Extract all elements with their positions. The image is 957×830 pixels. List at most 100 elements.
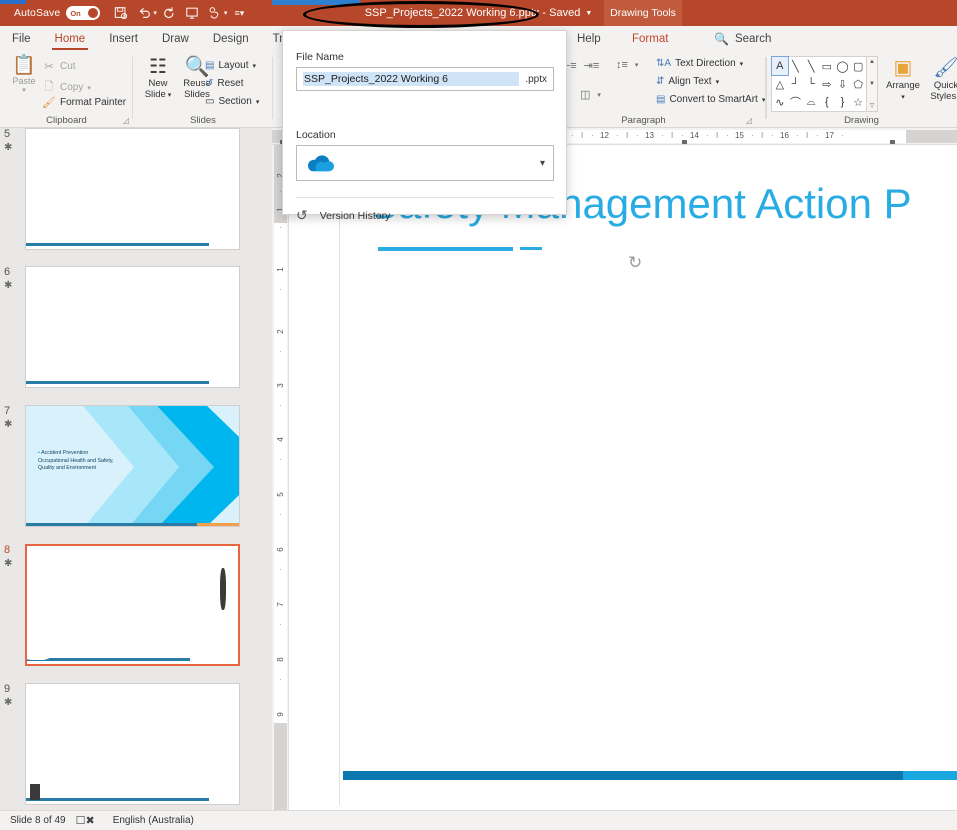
tab-file[interactable]: File: [0, 26, 43, 52]
clipboard-dialog-launcher-icon[interactable]: ◿: [123, 116, 129, 125]
shape-rectangle-icon[interactable]: ▭: [819, 57, 835, 75]
convert-to-smartart-button[interactable]: ▤ Convert to SmartArt ▾: [656, 94, 765, 105]
vruler-label-7: 7: [276, 602, 285, 607]
shapes-gallery-scroll[interactable]: ▲ ▼ ▽: [867, 56, 878, 112]
columns-caret-icon[interactable]: ▾: [597, 91, 601, 99]
shape-elbow-arrow-icon[interactable]: └: [803, 75, 819, 93]
save-dropdown-panel[interactable]: File Name SSP_Projects_2022 Working 6 .p…: [282, 30, 567, 223]
thumbnail-preview[interactable]: [25, 128, 240, 250]
format-painter-button[interactable]: 🖌 Format Painter: [42, 96, 126, 109]
window-corner-accent: [0, 0, 26, 4]
arrange-button[interactable]: ▣ Arrange ▾: [881, 56, 925, 102]
shape-rounded-rectangle-icon[interactable]: ▢: [850, 57, 866, 75]
slide-thumbnail-pane[interactable]: 5 ✱ 6 ✱ 7 ✱ ▪ Accident Prevention Occupa…: [0, 128, 272, 810]
increase-indent-icon[interactable]: ⇥≡: [584, 59, 600, 72]
accessibility-checker-icon[interactable]: ☐✖: [76, 814, 95, 827]
slide-counter[interactable]: Slide 8 of 49: [10, 815, 66, 826]
ruler-indent-marker[interactable]: [682, 140, 687, 144]
shape-arrow-line-icon[interactable]: ╲: [803, 57, 819, 75]
layout-icon: ▤: [205, 60, 215, 71]
thumbnail-number: 8: [4, 544, 11, 556]
arrange-caret-icon[interactable]: ▾: [901, 94, 905, 101]
paste-dropdown-caret-icon[interactable]: ▾: [6, 86, 42, 94]
paragraph-dialog-launcher-icon[interactable]: ◿: [746, 116, 752, 125]
line-spacing-control[interactable]: ↕≡ ▾: [616, 59, 638, 71]
version-history-button[interactable]: ↺ Version History: [296, 207, 390, 224]
shape-arc-icon[interactable]: ⌓: [803, 93, 819, 111]
autosave-toggle[interactable]: On: [66, 6, 101, 20]
reset-button[interactable]: ↺ Reset: [205, 78, 244, 89]
copy-dropdown-caret-icon[interactable]: ▾: [87, 84, 91, 92]
shapes-scroll-up-icon[interactable]: ▲: [869, 59, 875, 65]
save-icon[interactable]: [110, 2, 132, 24]
new-slide-button[interactable]: ☷ New Slide ▾: [139, 56, 177, 100]
shape-right-brace-icon[interactable]: }: [835, 93, 851, 111]
section-caret-icon[interactable]: ▾: [256, 98, 260, 106]
line-spacing-caret-icon[interactable]: ▾: [635, 61, 639, 69]
shape-left-brace-icon[interactable]: {: [819, 93, 835, 111]
thumbnail-preview[interactable]: ▪ Accident Prevention Occupational Healt…: [25, 405, 240, 527]
new-slide-caret-icon[interactable]: ▾: [166, 92, 172, 99]
autosave-state-label: On: [70, 8, 81, 18]
paste-button[interactable]: 📋 Paste ▾: [6, 56, 42, 95]
slide-editing-surface[interactable]: Safety Management Action P ↻: [339, 145, 957, 805]
shape-elbow-connector-icon[interactable]: ┘: [788, 75, 804, 93]
rotate-handle-icon[interactable]: ↻: [628, 253, 642, 273]
search-box[interactable]: 🔍 Search: [700, 32, 771, 46]
cut-button[interactable]: ✂ Cut: [42, 60, 75, 73]
shape-triangle-icon[interactable]: △: [772, 75, 788, 93]
shapes-gallery-more-icon[interactable]: ▽: [870, 102, 875, 109]
thumbnail-number: 7: [4, 405, 11, 417]
tab-home[interactable]: Home: [43, 26, 98, 52]
shape-line-icon[interactable]: ╲: [788, 57, 804, 75]
tab-format[interactable]: Format: [620, 26, 680, 52]
location-dropdown-caret-icon[interactable]: ▾: [540, 158, 545, 169]
vertical-ruler[interactable]: 2 · 1 · 1 · 2 · 3 · 4 · 5 · 6 · 7 · 8 · …: [272, 145, 289, 810]
copy-button[interactable]: 🗋 Copy ▾: [42, 78, 91, 97]
shape-scribble-icon[interactable]: ∿: [772, 93, 788, 111]
document-title-caret-icon[interactable]: ▼: [585, 10, 592, 17]
shape-curve-icon[interactable]: ⌒: [788, 93, 804, 111]
shape-oval-icon[interactable]: ◯: [835, 57, 851, 75]
quick-styles-button[interactable]: 🖌 Quick Styles ▾: [924, 56, 957, 102]
vruler-label-8: 8: [276, 657, 285, 662]
touch-mode-icon[interactable]: [204, 2, 226, 24]
location-select[interactable]: ▾: [296, 145, 554, 181]
ruler-indent-marker[interactable]: [890, 140, 895, 144]
layout-button[interactable]: ▤ Layout ▾: [205, 60, 256, 71]
shape-star-icon[interactable]: ☆: [850, 93, 866, 111]
text-direction-button[interactable]: ⇅A Text Direction ▾: [656, 58, 743, 69]
thumbnail-preview[interactable]: [25, 683, 240, 805]
vruler-label-4: 4: [276, 437, 285, 442]
convert-to-smartart-label: Convert to SmartArt: [669, 94, 758, 105]
text-direction-caret-icon[interactable]: ▾: [740, 60, 744, 68]
thumbnail-preview[interactable]: [25, 266, 240, 388]
shape-down-arrow-icon[interactable]: ⇩: [835, 75, 851, 93]
align-text-caret-icon[interactable]: ▾: [716, 78, 720, 86]
align-text-label: Align Text: [668, 76, 712, 87]
document-title[interactable]: SSP_Projects_2022 Working 6.pptx - Saved…: [365, 7, 593, 19]
customize-quick-access-toolbar-icon[interactable]: ≡▾: [228, 2, 250, 24]
file-name-input[interactable]: SSP_Projects_2022 Working 6 .pptx: [296, 67, 554, 91]
start-presentation-icon[interactable]: [181, 2, 203, 24]
slides-group-label: Slides: [190, 115, 216, 126]
columns-control[interactable]: ◫ ▾: [580, 88, 601, 101]
tab-insert[interactable]: Insert: [97, 26, 150, 52]
section-button[interactable]: ▭ Section ▾: [205, 96, 259, 107]
layout-caret-icon[interactable]: ▾: [252, 62, 256, 70]
shapes-gallery[interactable]: A ╲ ╲ ▭ ◯ ▢ △ ┘ └ ⇨ ⇩ ⬠ ∿ ⌒ ⌓ { } ☆: [771, 56, 867, 112]
convert-to-smartart-icon: ▤: [656, 94, 666, 105]
tab-design[interactable]: Design: [201, 26, 261, 52]
shape-right-arrow-icon[interactable]: ⇨: [819, 75, 835, 93]
shape-text-box-icon[interactable]: A: [771, 56, 789, 76]
redo-icon[interactable]: [158, 2, 180, 24]
tab-draw[interactable]: Draw: [150, 26, 201, 52]
thumbnail-preview-selected[interactable]: [25, 544, 240, 666]
clipboard-group-label: Clipboard: [46, 115, 87, 126]
shapes-scroll-down-icon[interactable]: ▼: [869, 81, 875, 87]
tab-help[interactable]: Help: [565, 26, 613, 52]
align-text-button[interactable]: ⇵ Align Text ▾: [656, 76, 719, 87]
language-indicator[interactable]: English (Australia): [113, 815, 194, 826]
undo-icon[interactable]: [133, 2, 155, 24]
shape-pentagon-icon[interactable]: ⬠: [850, 75, 866, 93]
